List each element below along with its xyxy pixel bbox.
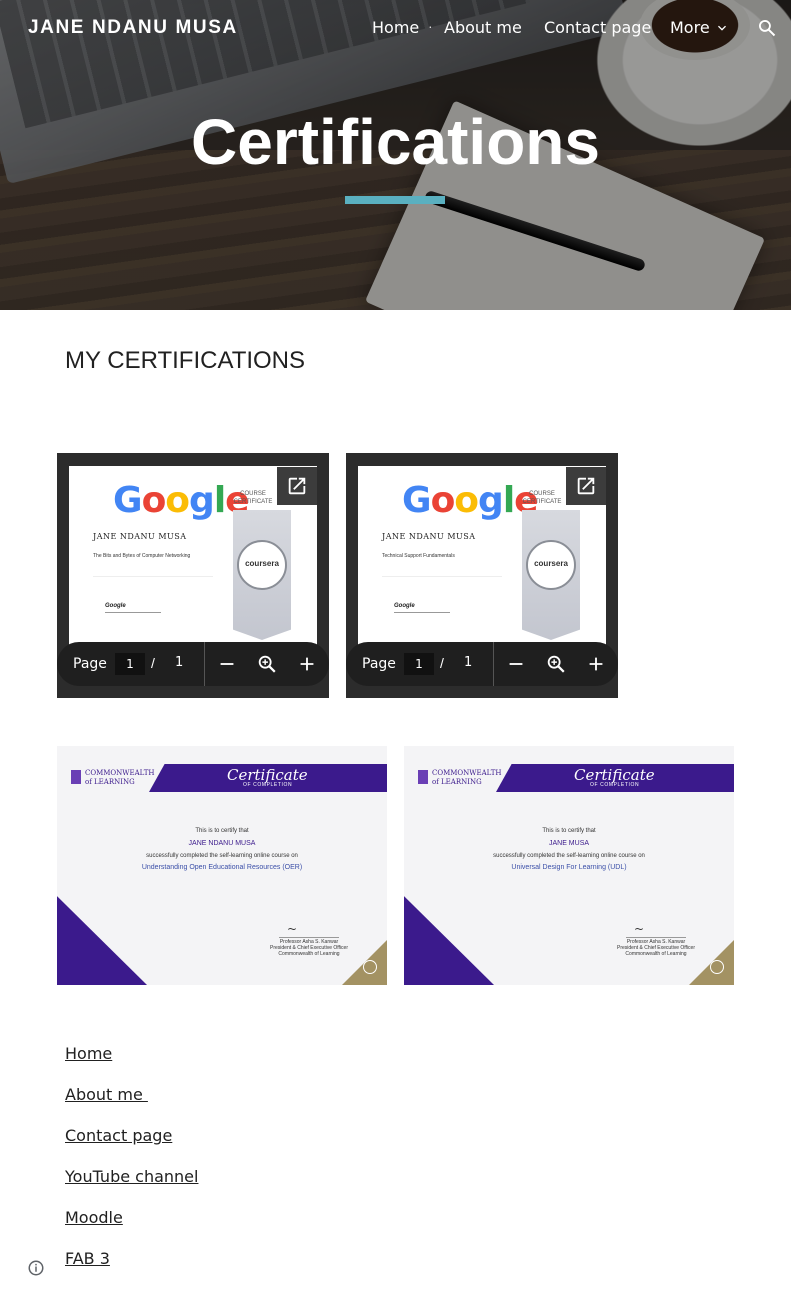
course-name: Understanding Open Educational Resources… [141,864,303,871]
pdf-toolbar: Page 1 / 1 [346,642,618,686]
open-in-new-icon [577,477,595,495]
nav-home[interactable]: Home [372,18,419,37]
seal-text: coursera [534,559,568,568]
page-number-input[interactable]: 1 [404,653,434,675]
signer-org: Commonwealth of Learning [625,951,687,957]
zoom-in-icon[interactable] [296,653,318,675]
completion-text: successfully completed the self-learning… [146,853,298,859]
signature: ~ [634,922,645,936]
page-number-input[interactable]: 1 [115,653,145,675]
course-name: The Bits and Bytes of Computer Networkin… [93,553,191,559]
footer-link-about[interactable]: About me [65,1085,148,1104]
course-certificate-label: COURSE CERTIFICATE [522,491,562,505]
site-title[interactable]: JANE NDANU MUSA [28,17,238,39]
course-name: Technical Support Fundamentals [382,553,455,559]
badge-icon [710,960,724,974]
certify-text: This is to certify that [542,828,596,834]
signature: Google [394,603,415,609]
zoom-icon[interactable] [545,653,567,675]
top-navigation-bar: JANE NDANU MUSA Home · About me Contact … [0,0,791,56]
google-logo: Google [113,480,250,521]
page-label: Page [362,656,396,672]
nav-more[interactable]: More [670,18,710,37]
footer-link-home[interactable]: Home [65,1044,112,1063]
recipient-name: JANE NDANU MUSA [188,840,256,847]
chevron-down-icon[interactable] [714,20,730,36]
nav-contact[interactable]: Contact page [544,18,651,37]
certificate-subtitle: OF COMPLETION [590,782,640,788]
search-icon[interactable] [757,18,777,38]
footer-link-contact[interactable]: Contact page [65,1126,172,1145]
footer-link-fab3[interactable]: FAB 3 [65,1249,110,1268]
signature: Google [105,603,126,609]
recipient-name: JANE MUSA [548,840,590,847]
signature: ~ [287,922,298,936]
nav-about[interactable]: About me [444,18,522,37]
section-heading: MY CERTIFICATIONS [65,347,306,374]
zoom-icon[interactable] [256,653,278,675]
page-label: Page [73,656,107,672]
recipient-name: JANE NDANU MUSA [93,532,187,541]
certify-text: This is to certify that [195,828,249,834]
open-in-new-button[interactable] [566,467,606,505]
badge-icon [363,960,377,974]
course-name: Universal Design For Learning (UDL) [511,864,627,871]
open-in-new-icon [288,477,306,495]
zoom-out-icon[interactable] [505,653,527,675]
footer-link-youtube[interactable]: YouTube channel [65,1167,198,1186]
col-logo-icon [71,770,81,784]
total-pages: 1 [175,655,184,670]
title-underline [345,196,445,204]
pdf-toolbar: Page 1 / 1 [57,642,329,686]
open-in-new-button[interactable] [277,467,317,505]
certificate-image[interactable]: COMMONWEALTH of LEARNING Certificate OF … [57,746,387,985]
certificate-image[interactable]: COMMONWEALTH of LEARNING Certificate OF … [404,746,734,985]
zoom-out-icon[interactable] [216,653,238,675]
seal-text: coursera [245,559,279,568]
col-logo-icon [418,770,428,784]
course-certificate-label: COURSE CERTIFICATE [233,491,273,505]
signer-org: Commonwealth of Learning [278,951,340,957]
total-pages: 1 [464,655,473,670]
google-logo: Google [402,480,539,521]
nav-separator: · [428,18,433,34]
pdf-viewer[interactable]: Google COURSE CERTIFICATE coursera JANE … [57,453,329,698]
org-logo: COMMONWEALTH of LEARNING [85,769,155,786]
info-icon[interactable] [27,1259,45,1277]
completion-text: successfully completed the self-learning… [493,853,645,859]
hero-banner: JANE NDANU MUSA Home · About me Contact … [0,0,791,310]
org-logo: COMMONWEALTH of LEARNING [432,769,502,786]
zoom-in-icon[interactable] [585,653,607,675]
certificate-subtitle: OF COMPLETION [243,782,293,788]
page-title: Certifications [191,106,600,178]
pdf-viewer[interactable]: Google COURSE CERTIFICATE coursera JANE … [346,453,618,698]
recipient-name: JANE NDANU MUSA [382,532,476,541]
footer-link-moodle[interactable]: Moodle [65,1208,123,1227]
